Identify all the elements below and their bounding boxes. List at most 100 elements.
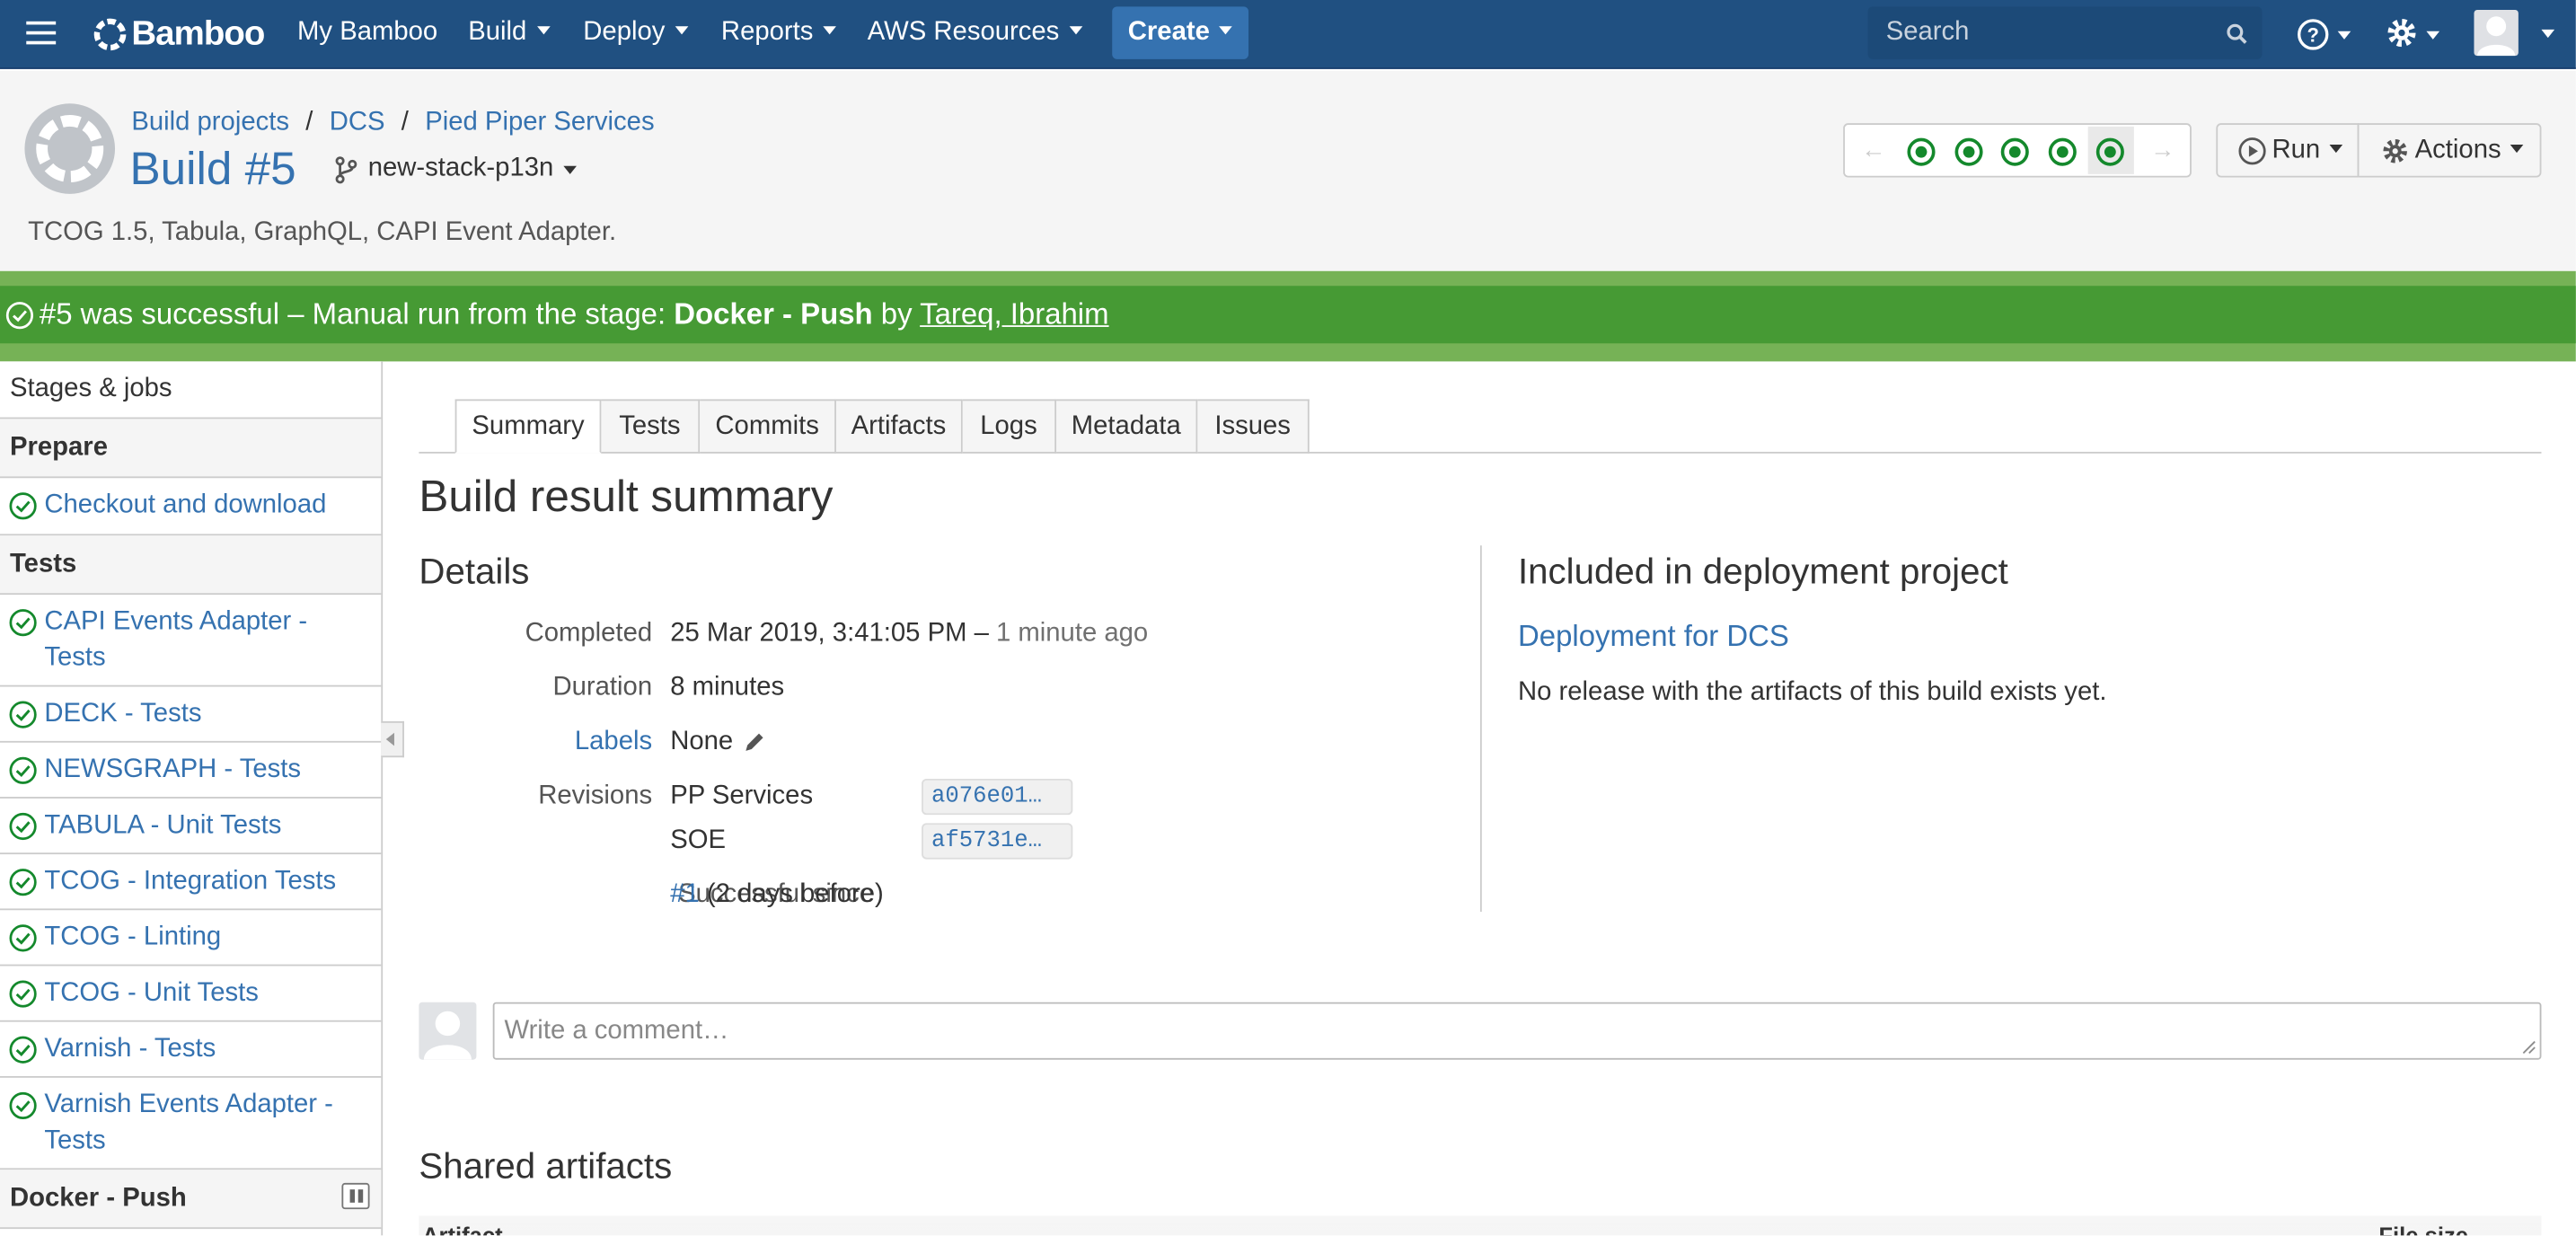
run-button-label: Run bbox=[2272, 136, 2321, 164]
sidebar-job-tcog-linting[interactable]: TCOG - Linting bbox=[0, 910, 382, 967]
success-check-icon bbox=[9, 1091, 37, 1120]
tab-summary[interactable]: Summary bbox=[454, 399, 602, 454]
admin-settings-menu[interactable] bbox=[2384, 0, 2443, 69]
labels-link[interactable]: Labels bbox=[575, 728, 652, 757]
branch-selector[interactable]: new-stack-p13n bbox=[333, 154, 577, 184]
page-title[interactable]: Build #5 bbox=[129, 143, 296, 196]
sidebar-job-label: TCOG - Integration Tests bbox=[44, 867, 337, 896]
bamboo-logo[interactable]: Bamboo bbox=[92, 13, 265, 57]
nav-aws-resources-menu[interactable]: AWS Resources bbox=[868, 0, 1082, 69]
build-history-dot-success-icon[interactable] bbox=[2048, 137, 2077, 166]
tab-issues[interactable]: Issues bbox=[1197, 399, 1310, 454]
search-box bbox=[1867, 6, 2263, 59]
comment-box bbox=[492, 1002, 2542, 1060]
sidebar-job-checkout-and-download[interactable]: Checkout and download bbox=[0, 478, 382, 536]
gear-icon bbox=[2383, 139, 2407, 163]
sidebar-job-label: DECK - Tests bbox=[44, 700, 202, 728]
tab-artifacts[interactable]: Artifacts bbox=[835, 399, 963, 454]
stage-prepare: Prepare bbox=[0, 419, 382, 479]
tab-commits[interactable]: Commits bbox=[700, 399, 836, 454]
search-icon[interactable] bbox=[2226, 23, 2247, 45]
completed-relative-time: 1 minute ago bbox=[996, 619, 1149, 648]
breadcrumb-dcs[interactable]: DCS bbox=[330, 109, 385, 137]
sidebar-job-label: TCOG - Linting bbox=[44, 923, 222, 951]
sidebar-job-label: TCOG - Unit Tests bbox=[44, 979, 259, 1008]
sidebar-job-tabula-unit-tests[interactable]: TABULA - Unit Tests bbox=[0, 799, 382, 855]
sidebar-job-newsgraph-tests[interactable]: NEWSGRAPH - Tests bbox=[0, 743, 382, 799]
build-history-dot-success-icon[interactable] bbox=[2000, 137, 2029, 166]
tab-metadata[interactable]: Metadata bbox=[1056, 399, 1198, 454]
chevron-down-icon bbox=[2330, 144, 2343, 154]
tab-logs[interactable]: Logs bbox=[962, 399, 1057, 454]
status-by-text: by bbox=[872, 297, 921, 331]
sidebar-job-varnish-tests[interactable]: Varnish - Tests bbox=[0, 1022, 382, 1078]
create-button[interactable]: Create bbox=[1112, 6, 1249, 59]
breadcrumb-build-projects[interactable]: Build projects bbox=[131, 109, 289, 137]
sidebar-job-capi-events-adapter-tests[interactable]: CAPI Events Adapter - Tests bbox=[0, 595, 382, 687]
successful-since-build-link[interactable]: #1 bbox=[670, 880, 700, 908]
build-history-dot-success-icon[interactable] bbox=[1954, 137, 1983, 166]
create-button-label: Create bbox=[1127, 18, 1210, 47]
success-check-icon bbox=[9, 701, 37, 728]
breadcrumb-pied-piper-services[interactable]: Pied Piper Services bbox=[425, 109, 654, 137]
sidebar-job-tcog-integration-tests[interactable]: TCOG - Integration Tests bbox=[0, 854, 382, 911]
chevron-down-icon bbox=[1069, 26, 1082, 35]
chevron-down-icon[interactable] bbox=[2541, 29, 2555, 39]
deployment-project-link[interactable]: Deployment for DCS bbox=[1518, 620, 1789, 654]
build-result-tabs: Summary Tests Commits Artifacts Logs Met… bbox=[419, 399, 2542, 454]
deployment-heading: Included in deployment project bbox=[1517, 550, 2008, 592]
artifacts-column-artifact: Artifact bbox=[422, 1223, 503, 1236]
nav-reports-menu[interactable]: Reports bbox=[721, 0, 837, 69]
revision-hash-link[interactable]: a076e01… bbox=[922, 778, 1073, 816]
tab-tests[interactable]: Tests bbox=[601, 399, 701, 454]
nav-aws-resources-label: AWS Resources bbox=[867, 18, 1060, 47]
success-check-icon bbox=[9, 924, 37, 952]
manual-stage-pause-icon[interactable] bbox=[341, 1182, 370, 1210]
actions-button[interactable]: Actions bbox=[2357, 123, 2542, 178]
completed-date: 25 Mar 2019, 3:41:05 PM – bbox=[670, 619, 997, 648]
build-header: Build projects / DCS / Pied Piper Services B… bbox=[0, 70, 2576, 271]
search-input[interactable] bbox=[1867, 6, 2213, 59]
artifacts-table-header: Artifact File size bbox=[419, 1215, 2542, 1236]
branch-icon bbox=[335, 155, 357, 183]
sidebar-job-varnish-events-adapter-tests[interactable]: Varnish Events Adapter - Tests bbox=[0, 1078, 382, 1170]
chevron-down-icon bbox=[2426, 31, 2440, 40]
build-history-dot-current-icon[interactable] bbox=[2095, 137, 2124, 166]
duration-label: Duration bbox=[552, 673, 653, 702]
resize-handle-icon[interactable] bbox=[2522, 1040, 2536, 1055]
run-button[interactable]: Run bbox=[2216, 123, 2360, 178]
help-icon: ? bbox=[2298, 19, 2329, 50]
sidebar-job-deck-tests[interactable]: DECK - Tests bbox=[0, 687, 382, 743]
nav-deploy-menu[interactable]: Deploy bbox=[583, 0, 689, 69]
build-history-dot-success-icon[interactable] bbox=[1907, 137, 1936, 166]
revision-hash-link[interactable]: af5731e… bbox=[922, 823, 1073, 860]
success-check-icon bbox=[9, 869, 37, 896]
user-avatar[interactable] bbox=[2474, 9, 2519, 57]
pencil-icon[interactable] bbox=[743, 729, 766, 754]
nav-my-bamboo[interactable]: My Bamboo bbox=[297, 0, 437, 69]
duration-value: 8 minutes bbox=[670, 673, 785, 702]
plan-avatar bbox=[24, 103, 116, 194]
labels-value-text: None bbox=[670, 728, 734, 756]
labels-link-text[interactable]: Labels bbox=[575, 728, 652, 755]
sidebar-job-label: Varnish - Tests bbox=[44, 1035, 216, 1064]
comment-input[interactable] bbox=[494, 1003, 2540, 1058]
previous-build-arrow-icon[interactable]: ← bbox=[1861, 137, 1885, 164]
nav-build-menu[interactable]: Build bbox=[468, 0, 550, 69]
sidebar-job-tcog-unit-tests[interactable]: TCOG - Unit Tests bbox=[0, 966, 382, 1022]
help-menu[interactable]: ? bbox=[2295, 0, 2354, 69]
success-check-icon bbox=[9, 756, 37, 784]
bamboo-logo-icon bbox=[93, 18, 127, 51]
build-result-summary-heading: Build result summary bbox=[419, 471, 834, 521]
app-switcher-menu-icon[interactable] bbox=[26, 21, 57, 45]
sidebar-job-label: CAPI Events Adapter - Tests bbox=[44, 607, 308, 673]
gear-icon bbox=[2387, 19, 2416, 48]
sidebar-heading: Stages & jobs bbox=[0, 361, 382, 419]
success-check-icon bbox=[9, 1036, 37, 1064]
completed-label: Completed bbox=[525, 619, 653, 648]
breadcrumb: Build projects / DCS / Pied Piper Services bbox=[131, 109, 654, 138]
status-stage-name: Docker - Push bbox=[674, 297, 873, 331]
top-navigation-bar: Bamboo My Bamboo Build Deploy Reports AW… bbox=[0, 0, 2576, 69]
status-user-link[interactable]: Tareq, Ibrahim bbox=[920, 297, 1108, 331]
sidebar-collapse-handle[interactable] bbox=[381, 720, 404, 758]
